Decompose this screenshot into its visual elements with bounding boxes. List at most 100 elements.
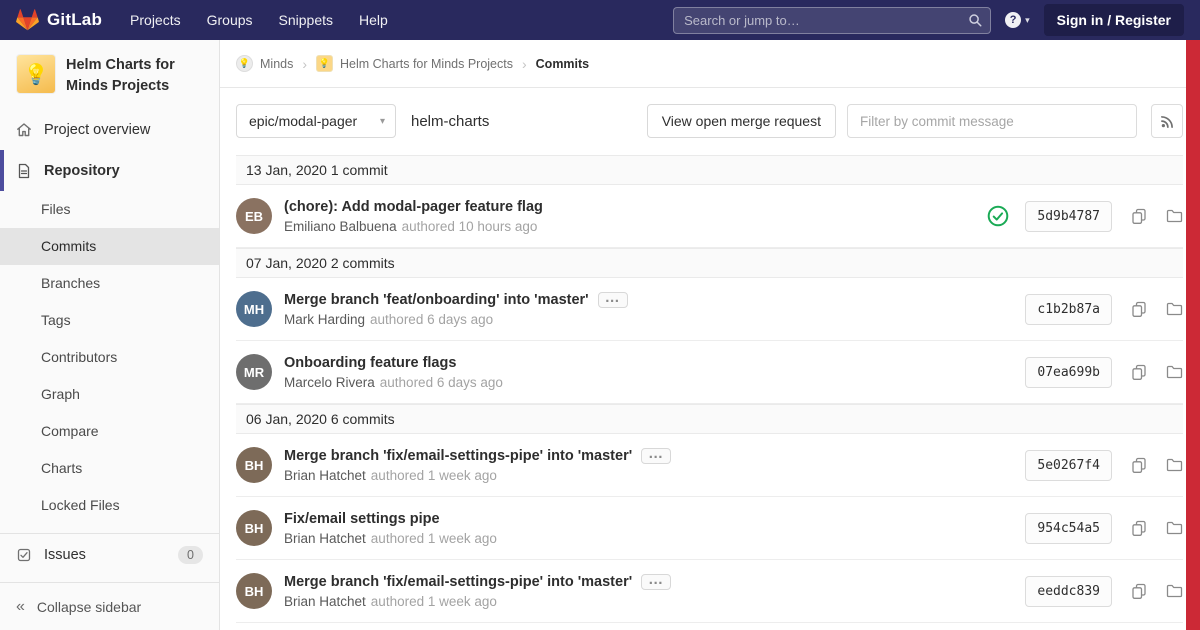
rss-icon (1160, 115, 1173, 128)
sidebar-item-label: Project overview (44, 121, 151, 138)
copy-sha-button[interactable] (1131, 364, 1147, 381)
commit-time: authored 1 week ago (370, 530, 497, 546)
commit-sha-link[interactable]: 5d9b4787 (1025, 200, 1112, 232)
navbar-right: ? ▾ Sign in / Register (673, 4, 1184, 36)
copy-sha-button[interactable] (1131, 208, 1147, 225)
sidebar-subitem-contributors[interactable]: Contributors (0, 339, 219, 376)
commit-title-link[interactable]: (chore): Add modal-pager feature flag (284, 199, 543, 215)
commit-actions: c1b2b87a (1025, 293, 1183, 325)
sidebar-nav: Project overview Repository Files Commit… (0, 109, 219, 575)
commit-info: Merge branch 'fix/email-settings-pipe' i… (284, 572, 672, 609)
sidebar-subitem-compare[interactable]: Compare (0, 413, 219, 450)
pipeline-success-icon[interactable] (987, 205, 1009, 227)
collapse-sidebar-button[interactable]: « Collapse sidebar (0, 582, 219, 630)
copy-sha-button[interactable] (1131, 457, 1147, 474)
commit-sha-link[interactable]: eeddc839 (1025, 575, 1112, 607)
commit-sha-link[interactable]: 07ea699b (1025, 356, 1112, 388)
folder-icon (1166, 584, 1183, 598)
commit-row: MH Merge branch 'feat/onboarding' into '… (236, 278, 1183, 341)
branch-dropdown[interactable]: epic/modal-pager ▾ (236, 104, 396, 138)
breadcrumb-group-link[interactable]: Minds (260, 57, 293, 71)
gitlab-home-link[interactable]: GitLab (16, 8, 102, 32)
repository-icon (18, 163, 30, 178)
author-avatar[interactable]: MR (236, 354, 272, 390)
project-title: Helm Charts for Minds Projects (66, 57, 175, 95)
rss-feed-button[interactable] (1151, 104, 1183, 138)
view-merge-request-button[interactable]: View open merge request (646, 104, 836, 138)
lightbulb-icon: 💡 (238, 58, 251, 68)
nav-groups[interactable]: Groups (207, 12, 253, 28)
browse-files-button[interactable] (1166, 457, 1183, 473)
breadcrumb-current-page: Commits (535, 56, 590, 71)
sidebar-subitem-locked-files[interactable]: Locked Files (0, 487, 219, 524)
sidebar-subitem-branches[interactable]: Branches (0, 265, 219, 302)
browse-files-button[interactable] (1166, 301, 1183, 317)
commit-time: authored 6 days ago (370, 311, 494, 327)
commit-sha-link[interactable]: 5e0267f4 (1025, 449, 1112, 481)
browse-files-button[interactable] (1166, 364, 1183, 380)
commit-author-link[interactable]: Brian Hatchet (284, 531, 366, 546)
search-input[interactable] (673, 6, 992, 34)
sidebar-item-issues[interactable]: Issues 0 (0, 534, 219, 575)
commit-info: Onboarding feature flags Marcelo Rivera … (284, 355, 503, 390)
commits-toolbar: epic/modal-pager ▾ helm-charts View open… (236, 104, 1183, 138)
sidebar-subitem-graph[interactable]: Graph (0, 376, 219, 413)
sidebar-subitem-files[interactable]: Files (0, 191, 219, 228)
copy-sha-button[interactable] (1131, 520, 1147, 537)
sidebar-item-project-overview[interactable]: Project overview (0, 109, 219, 150)
author-avatar[interactable]: BH (236, 510, 272, 546)
toggle-description-button[interactable]: … (641, 446, 672, 464)
nav-projects[interactable]: Projects (130, 12, 181, 28)
breadcrumb-project-link[interactable]: Helm Charts for Minds Projects (340, 57, 513, 71)
sidebar-subitem-tags[interactable]: Tags (0, 302, 219, 339)
commit-time: authored 1 week ago (370, 593, 497, 609)
chevron-down-icon: ▾ (1025, 14, 1030, 25)
commit-author-link[interactable]: Emiliano Balbuena (284, 219, 397, 234)
commit-title-link[interactable]: Merge branch 'feat/onboarding' into 'mas… (284, 292, 589, 308)
commit-row: BH Merge branch 'fix/email-settings-pipe… (236, 560, 1183, 623)
author-avatar[interactable]: BH (236, 573, 272, 609)
nav-snippets[interactable]: Snippets (279, 12, 333, 28)
sidebar-item-label: Repository (44, 162, 120, 179)
commit-filter-input[interactable] (847, 104, 1137, 138)
copy-sha-button[interactable] (1131, 301, 1147, 318)
help-menu[interactable]: ? ▾ (1005, 12, 1030, 28)
commit-title-link[interactable]: Fix/email settings pipe (284, 511, 440, 527)
scrollbar[interactable] (1186, 40, 1200, 630)
nav-help[interactable]: Help (359, 12, 388, 28)
folder-icon (1166, 521, 1183, 535)
commit-author-link[interactable]: Mark Harding (284, 312, 365, 327)
commit-sha-link[interactable]: c1b2b87a (1025, 293, 1112, 325)
project-header-link[interactable]: 💡 Helm Charts for Minds Projects (0, 40, 219, 109)
commit-title-link[interactable]: Merge branch 'fix/email-settings-pipe' i… (284, 448, 632, 464)
project-avatar: 💡 (16, 54, 56, 94)
branch-dropdown-value: epic/modal-pager (249, 113, 358, 129)
commit-author-link[interactable]: Marcelo Rivera (284, 375, 375, 390)
clipboard-icon (1132, 457, 1146, 473)
commit-author-link[interactable]: Brian Hatchet (284, 468, 366, 483)
browse-files-button[interactable] (1166, 208, 1183, 224)
commit-title-link[interactable]: Onboarding feature flags (284, 355, 456, 371)
author-avatar[interactable]: EB (236, 198, 272, 234)
chevron-right-icon: › (521, 55, 527, 72)
browse-files-button[interactable] (1166, 520, 1183, 536)
author-avatar[interactable]: BH (236, 447, 272, 483)
commit-title-link[interactable]: Merge branch 'fix/email-settings-pipe' i… (284, 574, 632, 590)
commit-sha-link[interactable]: 954c54a5 (1025, 512, 1112, 544)
breadcrumb: 💡 Minds › 💡 Helm Charts for Minds Projec… (220, 40, 1200, 88)
copy-sha-button[interactable] (1131, 583, 1147, 600)
sidebar-subitem-charts[interactable]: Charts (0, 450, 219, 487)
chevron-down-icon: ▾ (379, 115, 385, 127)
sign-in-button[interactable]: Sign in / Register (1043, 4, 1184, 36)
commit-actions: eeddc839 (1025, 575, 1183, 607)
main-content: 💡 Minds › 💡 Helm Charts for Minds Projec… (220, 40, 1200, 630)
toggle-description-button[interactable]: … (641, 572, 672, 590)
author-avatar[interactable]: MH (236, 291, 272, 327)
issues-icon (17, 548, 31, 561)
toggle-description-button[interactable]: … (597, 290, 628, 308)
sidebar-item-repository[interactable]: Repository (0, 150, 219, 192)
sidebar-subitem-commits[interactable]: Commits (0, 228, 219, 266)
commit-author-link[interactable]: Brian Hatchet (284, 594, 366, 609)
commit-date-header: 07 Jan, 2020 2 commits (236, 248, 1183, 278)
browse-files-button[interactable] (1166, 583, 1183, 599)
